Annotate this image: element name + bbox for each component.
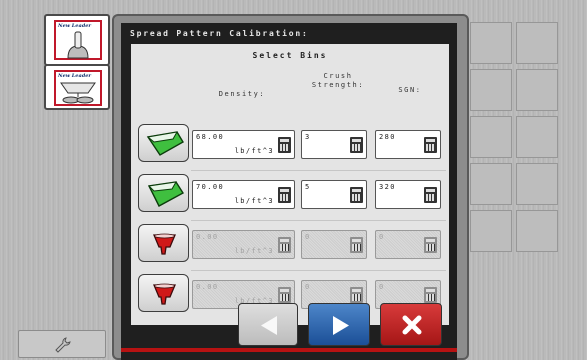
spreader-tool-tile: New Leader — [54, 70, 102, 106]
empty-slot[interactable] — [470, 163, 512, 205]
crush-value: 3 — [305, 133, 311, 141]
row-divider — [191, 220, 446, 221]
crush-strength-header: Crush Strength: — [301, 72, 375, 90]
green-bin-icon — [146, 131, 184, 156]
calculator-icon[interactable] — [350, 136, 363, 153]
density-unit: lb/ft^3 — [234, 147, 274, 155]
density-value: 0.00 — [196, 283, 219, 291]
crush-header-line2: Strength: — [311, 81, 365, 89]
calculator-icon[interactable] — [424, 136, 437, 153]
density-field: 0.00 lb/ft^3 — [192, 230, 295, 259]
bin-2-button[interactable] — [138, 174, 189, 212]
density-unit: lb/ft^3 — [234, 247, 274, 255]
screen-title: Spread Pattern Calibration: — [130, 29, 309, 38]
left-arrow-icon — [261, 316, 277, 335]
density-header: Density: — [218, 90, 266, 98]
sgn-value: 0 — [379, 233, 385, 241]
screen-root: { "toolbox": { "tool1_logo": "New Leader… — [0, 0, 587, 360]
sgn-header: SGN: — [398, 86, 422, 94]
panel-title: Select Bins — [252, 51, 328, 60]
green-bin-icon — [147, 181, 184, 207]
empty-slot[interactable] — [516, 69, 558, 111]
sgn-field[interactable]: 320 — [375, 180, 441, 209]
bin-3-button[interactable] — [138, 224, 189, 262]
crush-value: 0 — [305, 283, 311, 291]
density-value: 68.00 — [196, 133, 225, 141]
spinner-tool-tile: New Leader — [54, 20, 102, 60]
sgn-field: 0 — [375, 230, 441, 259]
bin-4-button[interactable] — [138, 274, 189, 312]
sgn-value: 320 — [379, 183, 396, 191]
calculator-icon — [424, 236, 437, 253]
sgn-value: 0 — [379, 283, 385, 291]
calculator-icon[interactable] — [350, 186, 363, 203]
wrench-icon — [55, 337, 71, 353]
empty-slot[interactable] — [516, 22, 558, 64]
bin-row: 68.00 lb/ft^3 3 280 — [131, 124, 449, 166]
crush-header-line1: Crush — [323, 72, 353, 80]
row-divider — [191, 270, 446, 271]
red-bin-icon — [153, 283, 176, 305]
select-bins-panel: Select Bins Density: Crush Strength: SGN… — [131, 44, 449, 325]
bin-row: 70.00 lb/ft^3 5 320 — [131, 174, 449, 216]
tool-spinner-button[interactable]: New Leader — [44, 14, 110, 66]
calculator-icon[interactable] — [424, 186, 437, 203]
density-value: 70.00 — [196, 183, 225, 191]
new-leader-logo: New Leader — [58, 23, 92, 29]
bin-1-button[interactable] — [138, 124, 189, 162]
density-value: 0.00 — [196, 233, 219, 241]
status-accent-bar — [121, 348, 457, 352]
red-bin-icon — [153, 233, 176, 255]
row-divider — [191, 170, 446, 171]
toggle-switch-icon — [67, 31, 89, 59]
density-unit: lb/ft^3 — [234, 197, 274, 205]
crush-strength-field: 0 — [301, 230, 367, 259]
empty-slot[interactable] — [470, 22, 512, 64]
sgn-value: 280 — [379, 133, 396, 141]
crush-value: 5 — [305, 183, 311, 191]
empty-slot[interactable] — [470, 210, 512, 252]
calculator-icon — [278, 236, 291, 253]
crush-strength-field[interactable]: 5 — [301, 180, 367, 209]
calculator-icon[interactable] — [278, 136, 291, 153]
empty-slot[interactable] — [516, 116, 558, 158]
calculator-icon — [350, 236, 363, 253]
cancel-button[interactable] — [380, 303, 442, 346]
crush-strength-field[interactable]: 3 — [301, 130, 367, 159]
calculator-icon — [278, 286, 291, 303]
sgn-field[interactable]: 280 — [375, 130, 441, 159]
empty-slot[interactable] — [516, 210, 558, 252]
tool-spreader-button[interactable]: New Leader — [44, 64, 110, 110]
close-icon — [402, 315, 422, 335]
crush-value: 0 — [305, 233, 311, 241]
empty-slot[interactable] — [516, 163, 558, 205]
right-arrow-icon — [333, 316, 349, 335]
calculator-icon — [424, 286, 437, 303]
calculator-icon — [350, 286, 363, 303]
empty-slot[interactable] — [470, 116, 512, 158]
previous-button[interactable] — [238, 303, 298, 346]
settings-button[interactable] — [18, 330, 106, 358]
next-button[interactable] — [308, 303, 370, 346]
density-field[interactable]: 70.00 lb/ft^3 — [192, 180, 295, 209]
density-field[interactable]: 68.00 lb/ft^3 — [192, 130, 295, 159]
spreader-icon — [60, 82, 96, 104]
empty-slot[interactable] — [470, 69, 512, 111]
calculator-icon[interactable] — [278, 186, 291, 203]
bin-row: 0.00 lb/ft^3 0 0 — [131, 224, 449, 266]
